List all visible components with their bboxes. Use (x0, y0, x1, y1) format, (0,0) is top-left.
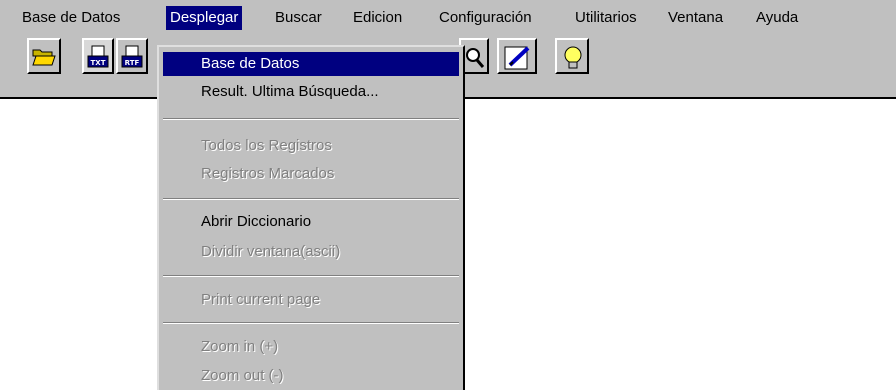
menu-separator (163, 198, 459, 200)
menu-item-base-de-datos[interactable]: Base de Datos (163, 52, 459, 76)
rtf-button[interactable]: RTF (116, 38, 148, 74)
menu-item-zoom-in: Zoom in (+) (201, 338, 279, 355)
menu-item-todos-los-registros: Todos los Registros (201, 137, 332, 154)
help-tip-button[interactable] (555, 38, 589, 74)
menu-item-print-current-page: Print current page (201, 291, 321, 308)
menu-configuracion[interactable]: Configuración (435, 6, 536, 30)
desplegar-dropdown-menu: Base de Datos Result. Ultima Búsqueda...… (157, 45, 465, 390)
edit-pencil-icon (504, 46, 530, 70)
menu-separator (163, 275, 459, 277)
open-button[interactable] (27, 38, 61, 74)
rtf-icon-text: RTF (125, 59, 140, 67)
menu-buscar[interactable]: Buscar (271, 6, 326, 30)
menu-separator (163, 322, 459, 324)
menu-utilitarios[interactable]: Utilitarios (571, 6, 641, 30)
menu-base-de-datos[interactable]: Base de Datos (18, 6, 124, 30)
menu-separator (163, 118, 459, 120)
menu-item-abrir-diccionario[interactable]: Abrir Diccionario (163, 210, 459, 234)
menu-ayuda[interactable]: Ayuda (752, 6, 802, 30)
txt-button[interactable]: TXT (82, 38, 114, 74)
lightbulb-icon (564, 46, 582, 69)
menu-item-dividir-ventana: Dividir ventana(ascii) (201, 243, 341, 260)
menu-item-result-ultima-busqueda[interactable]: Result. Ultima Búsqueda... (163, 80, 459, 104)
txt-icon-text: TXT (91, 59, 106, 67)
menu-item-zoom-out: Zoom out (-) (201, 367, 284, 384)
menu-edicion[interactable]: Edicion (349, 6, 406, 30)
edit-button[interactable] (497, 38, 537, 74)
open-folder-icon (32, 49, 56, 66)
txt-document-icon: TXT (87, 45, 109, 68)
menu-bar: Base de Datos Desplegar Buscar Edicion C… (0, 0, 896, 34)
menu-ventana[interactable]: Ventana (664, 6, 727, 30)
menu-desplegar[interactable]: Desplegar (166, 6, 243, 30)
magnifier-icon (466, 48, 485, 68)
rtf-document-icon: RTF (121, 45, 143, 68)
menu-item-registros-marcados: Registros Marcados (201, 165, 335, 182)
